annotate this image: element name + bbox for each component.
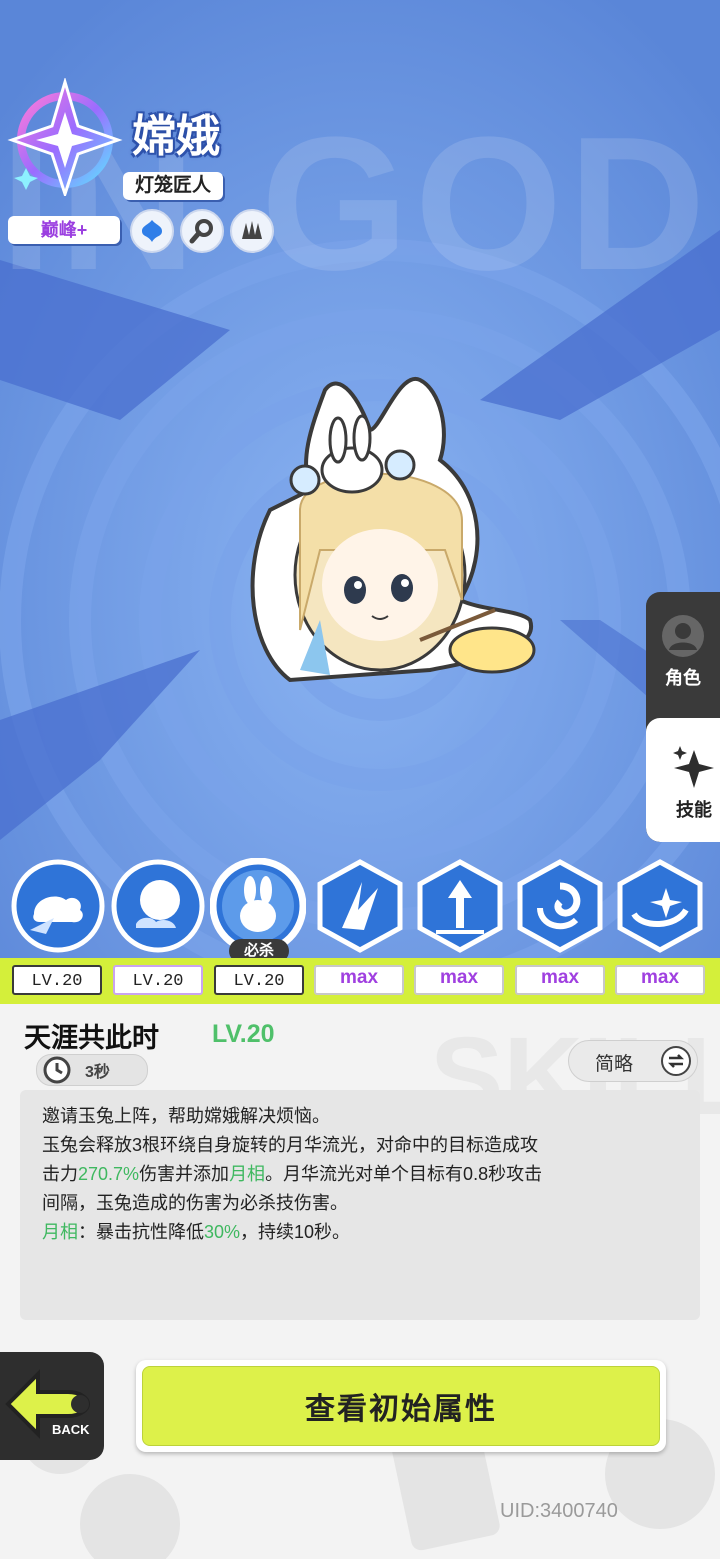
desc-line: 月相：暴击抗性降低30%，持续10秒。 xyxy=(42,1222,351,1242)
skill-name: 天涯共此时 xyxy=(24,1023,159,1053)
back-arrow-icon: BACK xyxy=(5,1369,90,1439)
desc-line: 玉兔会释放3根环绕自身旋转的月华流光，对命中的目标造成攻 xyxy=(42,1135,539,1155)
skill-level-2: LV.20 xyxy=(113,965,203,995)
cooldown-value: 3秒 xyxy=(85,1064,110,1081)
desc-line: 击力270.7%伤害并添加月相。月华流光对单个目标有0.8秒攻击 xyxy=(42,1164,543,1184)
crit-resist-percent: 30% xyxy=(204,1222,241,1242)
rank-emblem-icon xyxy=(7,78,123,196)
keyword-moon-phase: 月相 xyxy=(42,1222,78,1242)
skill-level-4: max xyxy=(314,965,404,995)
skill-level-1: LV.20 xyxy=(12,965,102,995)
tab-role-label: 角色 xyxy=(665,668,701,688)
claw-icon[interactable] xyxy=(230,209,274,253)
brief-toggle-button[interactable]: 简略 xyxy=(568,1040,698,1082)
cloud-rabbit-icon[interactable] xyxy=(10,858,106,954)
keyword-moon-phase: 月相 xyxy=(229,1164,266,1184)
character-name: 嫦娥 xyxy=(132,112,220,161)
cooldown-badge: 3秒 xyxy=(36,1054,148,1086)
tab-skill-label: 技能 xyxy=(676,800,712,820)
damage-percent: 270.7% xyxy=(78,1164,140,1184)
side-tab-panel: 角色 技能 xyxy=(646,592,720,842)
desc-line: 间隔，玉兔造成的伤害为必杀技伤害。 xyxy=(42,1193,348,1213)
view-initial-attributes-button[interactable]: 查看初始属性 xyxy=(136,1360,666,1452)
skill-list xyxy=(0,858,720,958)
skill-level-7: max xyxy=(615,965,705,995)
skill-level-5: max xyxy=(414,965,504,995)
character-title: 灯笼匠人 xyxy=(123,172,224,200)
sparkle-star-icon xyxy=(673,746,714,788)
skill-level-6: max xyxy=(515,965,605,995)
avatar-icon xyxy=(662,615,704,657)
skill-level-3: LV.20 xyxy=(214,965,304,995)
view-initial-attributes-label: 查看初始属性 xyxy=(142,1366,660,1446)
desc-line: 邀请玉兔上阵，帮助嫦娥解决烦恼。 xyxy=(42,1106,330,1126)
back-label: BACK xyxy=(52,1422,90,1437)
back-button[interactable]: BACK xyxy=(0,1352,104,1460)
water-splash-icon[interactable] xyxy=(130,209,174,253)
user-id: UID:3400740 xyxy=(500,1500,618,1522)
moon-cloud-icon[interactable] xyxy=(110,858,206,954)
clock-icon xyxy=(43,1056,71,1084)
rank-badge: 巅峰+ xyxy=(8,216,120,244)
arrows-up-icon[interactable] xyxy=(412,858,508,954)
swap-arrows-icon xyxy=(661,1046,691,1076)
skill-level: LV.20 xyxy=(212,1020,275,1048)
brief-toggle-label: 简略 xyxy=(595,1054,634,1075)
tab-role[interactable]: 角色 xyxy=(646,592,720,710)
slash-icon[interactable] xyxy=(312,858,408,954)
vortex-icon[interactable] xyxy=(512,858,608,954)
swirl-star-icon[interactable] xyxy=(612,858,708,954)
tab-skill[interactable]: 技能 xyxy=(646,718,720,842)
magnifier-icon[interactable] xyxy=(180,209,224,253)
character-portrait xyxy=(250,376,536,683)
skill-description: 邀请玉兔上阵，帮助嫦娥解决烦恼。 玉兔会释放3根环绕自身旋转的月华流光，对命中的… xyxy=(42,1102,702,1247)
